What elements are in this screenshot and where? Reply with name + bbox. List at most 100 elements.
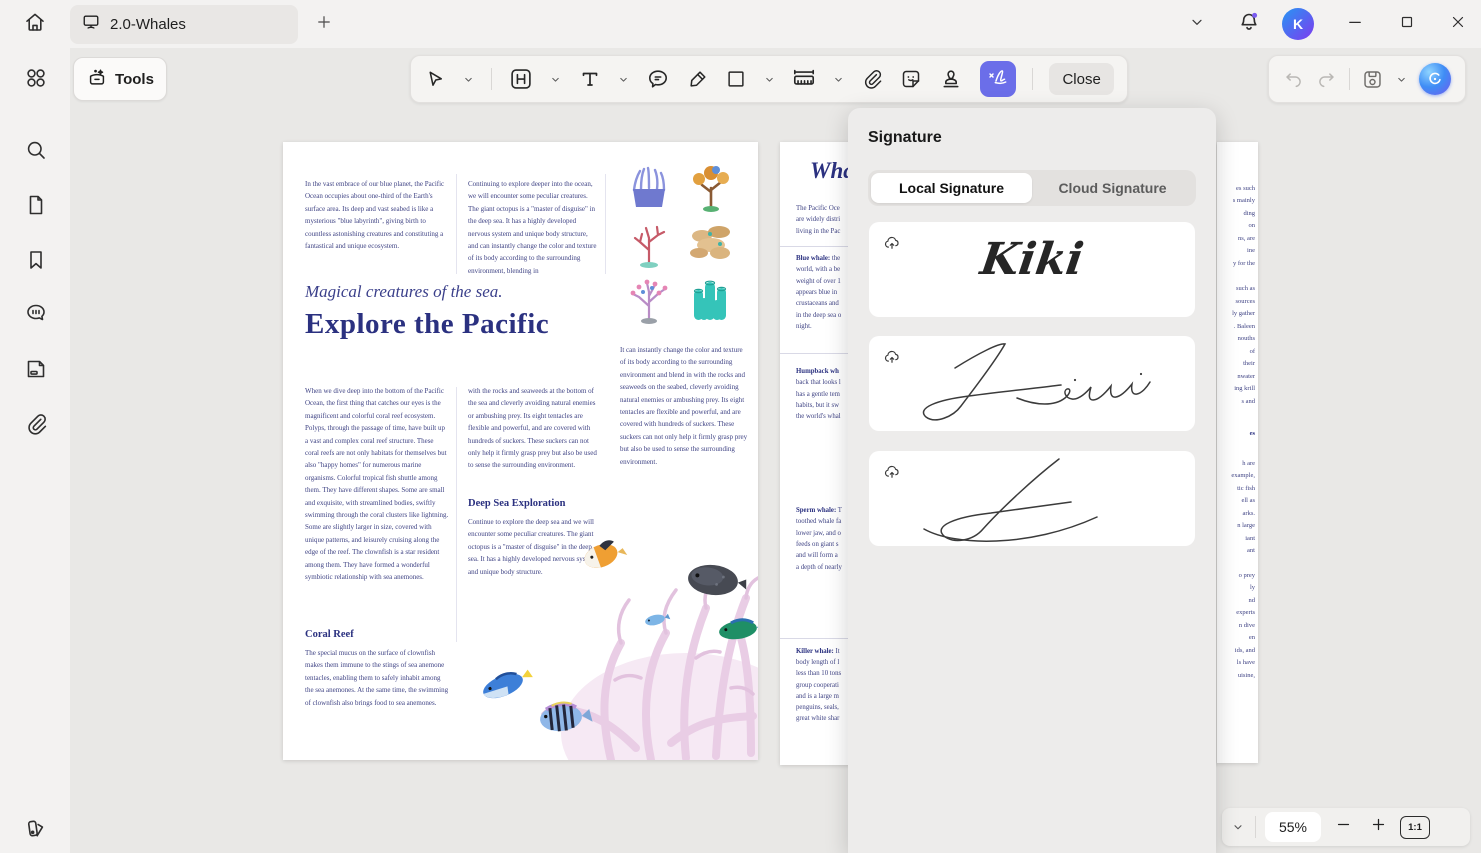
coral-reef-heading: Coral Reef: [305, 629, 354, 640]
ai-assistant-button[interactable]: [1418, 63, 1451, 95]
text-tool-button[interactable]: [578, 67, 602, 91]
signature-tool-button-active[interactable]: [979, 61, 1016, 97]
page1-col2-mid: with the rocks and seaweeds at the botto…: [468, 387, 597, 470]
page2-text-line: Humpback wh: [796, 368, 839, 375]
maximize-icon: [1398, 13, 1416, 36]
stamp-icon: [939, 67, 963, 91]
shape-tool-chevron-icon[interactable]: [764, 74, 775, 85]
signature-drawing-kiki-cursive: [922, 343, 1151, 421]
bookmark-icon[interactable]: [24, 248, 48, 272]
zoom-bar: 55% 1:1: [1222, 808, 1470, 846]
window-close-button[interactable]: [1443, 11, 1473, 37]
attachments-icon[interactable]: [24, 412, 48, 436]
tab-cloud-signature[interactable]: Cloud Signature: [1032, 173, 1193, 203]
text-tool-chevron-icon[interactable]: [618, 74, 629, 85]
zoom-level[interactable]: 55%: [1265, 812, 1321, 842]
close-icon: [1449, 13, 1467, 36]
redo-icon: [1316, 69, 1337, 90]
page-thumbnails-icon[interactable]: [24, 193, 48, 217]
highlighter-tool-button[interactable]: [686, 68, 709, 91]
page2-text-line: has a gentle tem: [796, 391, 840, 398]
page1-title: Explore the Pacific: [305, 308, 550, 340]
signature-panel: Signature Local Signature Cloud Signatur…: [848, 108, 1216, 853]
anemone-coral-image: [624, 164, 674, 217]
actual-size-button[interactable]: 1:1: [1400, 815, 1430, 839]
sticker-tool-button[interactable]: [899, 67, 923, 91]
comments-icon[interactable]: [24, 301, 48, 325]
titlebar-chevron-button[interactable]: [1186, 13, 1208, 35]
minimize-icon: [1346, 13, 1364, 36]
text-t-icon: [578, 67, 602, 91]
signature-drawing-k-flourish: [923, 458, 1098, 542]
shape-tool-button[interactable]: [725, 68, 747, 90]
new-tab-button[interactable]: [312, 12, 336, 36]
zoom-bar-divider: [1255, 816, 1256, 838]
select-tool-chevron-icon[interactable]: [463, 74, 474, 85]
deep-sea-heading: Deep Sea Exploration: [468, 498, 566, 509]
zoom-out-button[interactable]: [1330, 814, 1356, 840]
page2-text-line: penguins, seals,: [796, 704, 839, 711]
page2-text-line: weight of over 1: [796, 278, 841, 285]
signature-icon: [985, 64, 1011, 95]
page3-text-fragment: es: [1249, 430, 1255, 437]
page2-text-line: lower jaw, and o: [796, 530, 841, 537]
page2-text-line: in the deep sea o: [796, 312, 842, 319]
signature-panel-title: Signature: [868, 129, 942, 146]
search-icon[interactable]: [24, 138, 48, 162]
page3-text-fragment: ly gather: [1232, 310, 1255, 317]
edit-tool-chevron-icon[interactable]: [550, 74, 561, 85]
page2-text-line: are widely distri: [796, 216, 841, 223]
document-tab[interactable]: 2.0-Whales: [70, 5, 298, 44]
comment-icon: [646, 67, 670, 91]
comment-tool-button[interactable]: [646, 67, 670, 91]
window-maximize-button[interactable]: [1392, 11, 1422, 37]
page3-text-fragment: arks.: [1242, 510, 1255, 517]
page3-text-fragment: on: [1248, 222, 1256, 229]
attachment-tool-button[interactable]: [861, 68, 883, 90]
zoom-in-button[interactable]: [1365, 814, 1391, 840]
toolbar-divider: [1032, 68, 1034, 90]
signature-card-3[interactable]: [869, 451, 1195, 546]
save-chevron-icon[interactable]: [1396, 74, 1407, 85]
user-avatar[interactable]: K: [1282, 8, 1314, 40]
page3-text-fragment: n large: [1237, 522, 1255, 529]
toolbar-divider: [490, 68, 492, 90]
page3-text-fragment: such as: [1236, 285, 1255, 292]
apps-grid-icon[interactable]: [24, 66, 48, 90]
page2-text-line: Blue whale: the: [796, 255, 841, 262]
tab-local-signature[interactable]: Local Signature: [871, 173, 1032, 203]
bell-icon: [1237, 10, 1261, 39]
select-tool-button[interactable]: [424, 68, 447, 91]
right-toolbar: [1268, 55, 1466, 103]
measure-tool-button[interactable]: [791, 66, 817, 92]
measure-tool-chevron-icon[interactable]: [833, 74, 844, 85]
undo-button[interactable]: [1283, 69, 1304, 90]
page3-text-fragment: ant: [1247, 547, 1255, 554]
page-layout-icon[interactable]: [24, 357, 48, 381]
redo-button[interactable]: [1316, 69, 1337, 90]
window-minimize-button[interactable]: [1340, 11, 1370, 37]
page3-text-fragment: n dive: [1238, 622, 1255, 629]
document-tab-title: 2.0-Whales: [110, 16, 186, 33]
tab-cloud-signature-label: Cloud Signature: [1058, 180, 1167, 196]
sticker-icon: [899, 67, 923, 91]
signature-card-2[interactable]: [869, 336, 1195, 431]
highlighter-icon: [686, 68, 709, 91]
save-button[interactable]: [1361, 68, 1384, 91]
edit-h-icon: [508, 66, 534, 92]
page2-text-line: habits, but it sw: [796, 402, 840, 409]
close-tool-button[interactable]: Close: [1049, 63, 1114, 95]
stamp-tool-button[interactable]: [939, 67, 963, 91]
tools-button[interactable]: Tools: [73, 57, 167, 101]
home-button[interactable]: [21, 10, 49, 38]
notifications-button[interactable]: [1236, 11, 1262, 37]
page3-text-fragment: h are: [1242, 460, 1255, 467]
save-icon: [1361, 68, 1384, 91]
page3-text-fragment: . Baleen: [1233, 323, 1255, 330]
column-divider: [456, 174, 457, 274]
edit-tool-button[interactable]: [508, 66, 534, 92]
signature-card-1[interactable]: Kiki: [869, 222, 1195, 317]
color-swatches-icon[interactable]: [24, 815, 48, 839]
collapse-chevron-icon[interactable]: [1230, 814, 1246, 840]
branch-coral-image: [624, 220, 674, 273]
